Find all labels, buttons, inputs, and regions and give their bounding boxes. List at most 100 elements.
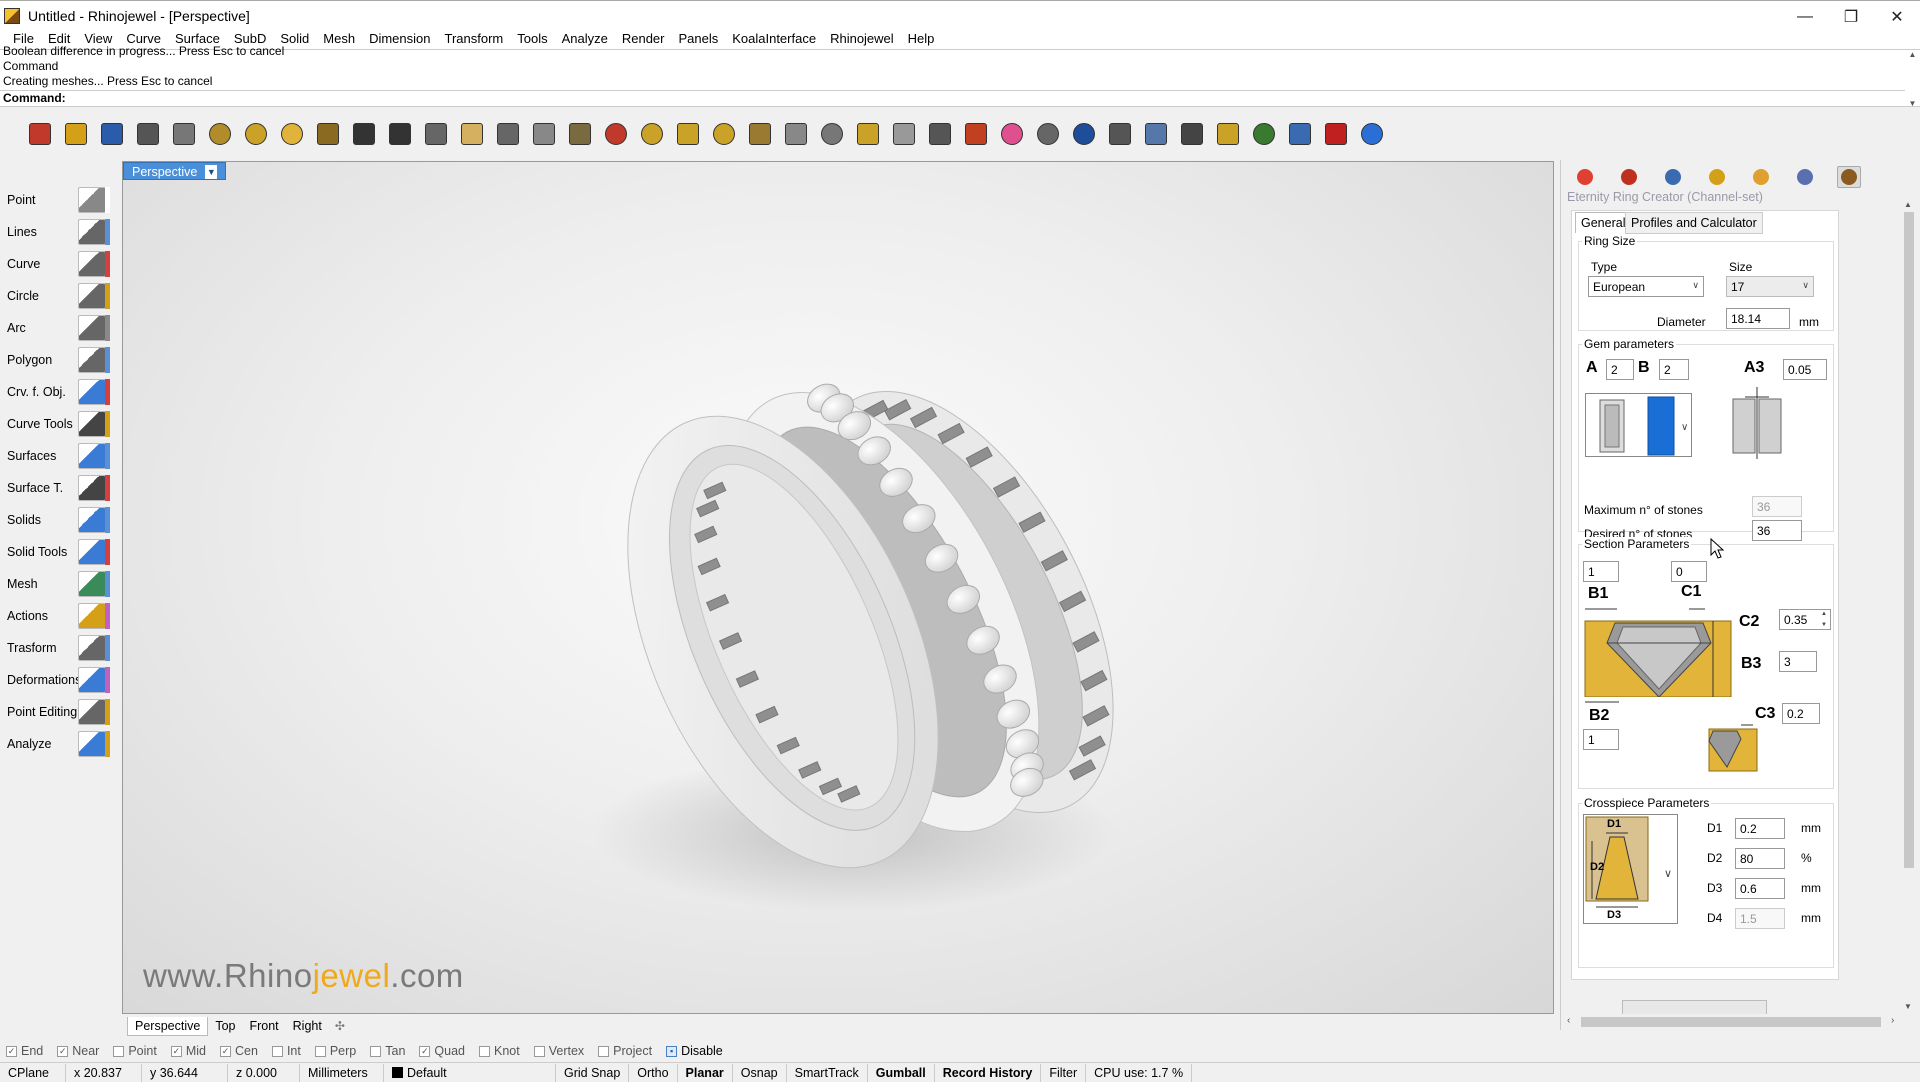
panel-horizontal-scrollbar[interactable]: ‹ › bbox=[1565, 1015, 1901, 1029]
sidebar-item-trasform[interactable]: Trasform bbox=[0, 632, 112, 664]
c3-field[interactable]: 0.2 bbox=[1782, 703, 1820, 724]
sidebar-item-point[interactable]: Point bbox=[0, 184, 112, 216]
crosspiece-d1-field[interactable]: 0.2 bbox=[1735, 818, 1785, 839]
toolbar-button[interactable] bbox=[96, 118, 128, 150]
osnap-vertex[interactable]: Vertex bbox=[533, 1044, 584, 1058]
toolbar-button[interactable] bbox=[1284, 118, 1316, 150]
toolbar-button[interactable] bbox=[1320, 118, 1352, 150]
layer-status[interactable]: Default bbox=[384, 1063, 556, 1082]
osnap-knot[interactable]: Knot bbox=[479, 1044, 520, 1058]
checkbox-icon[interactable]: ✓ bbox=[57, 1045, 69, 1057]
sidebar-item-actions[interactable]: Actions bbox=[0, 600, 112, 632]
panel-tab[interactable] bbox=[1661, 166, 1685, 188]
toolbar-button[interactable] bbox=[528, 118, 560, 150]
status-toggle-gumball[interactable]: Gumball bbox=[868, 1063, 935, 1082]
section-field-2[interactable]: 0 bbox=[1671, 561, 1707, 582]
scrollbar-thumb[interactable] bbox=[1581, 1017, 1881, 1027]
a3-field[interactable]: 0.05 bbox=[1783, 359, 1827, 380]
section-field-1[interactable]: 1 bbox=[1583, 561, 1619, 582]
checkbox-icon[interactable]: ✓ bbox=[220, 1045, 231, 1057]
view-tab-right[interactable]: Right bbox=[286, 1017, 329, 1035]
c2-spinner[interactable]: ▲ ▼ bbox=[1819, 611, 1829, 628]
sidebar-item-mesh[interactable]: Mesh bbox=[0, 568, 112, 600]
toolbar-button[interactable] bbox=[708, 118, 740, 150]
view-tab-front[interactable]: Front bbox=[242, 1017, 285, 1035]
toolbar-button[interactable] bbox=[276, 118, 308, 150]
toolbar-button[interactable] bbox=[1032, 118, 1064, 150]
toolbar-button[interactable] bbox=[816, 118, 848, 150]
osnap-end[interactable]: ✓ End bbox=[6, 1044, 43, 1058]
toolbar-button[interactable] bbox=[1176, 118, 1208, 150]
spin-up-icon[interactable]: ▲ bbox=[1821, 611, 1827, 617]
toolbar-button[interactable] bbox=[384, 118, 416, 150]
checkbox-icon[interactable] bbox=[113, 1045, 125, 1057]
viewport-menu-arrow-icon[interactable]: ▼ bbox=[205, 164, 218, 179]
toolbar-button[interactable] bbox=[168, 118, 200, 150]
status-toggle-osnap[interactable]: Osnap bbox=[733, 1063, 787, 1082]
toolbar-button[interactable] bbox=[60, 118, 92, 150]
checkbox-icon[interactable]: ✓ bbox=[419, 1045, 431, 1057]
b3-field[interactable]: 3 bbox=[1779, 651, 1817, 672]
toolbar-button[interactable] bbox=[924, 118, 956, 150]
scroll-down-icon[interactable]: ▼ bbox=[1904, 1002, 1912, 1011]
panel-tab[interactable] bbox=[1705, 166, 1729, 188]
toolbar-button[interactable] bbox=[1212, 118, 1244, 150]
crosspiece-shape-select[interactable]: ∨ D1 D2 D3 bbox=[1583, 814, 1678, 924]
scroll-down-icon[interactable]: ▼ bbox=[1909, 99, 1917, 108]
toolbar-button[interactable] bbox=[24, 118, 56, 150]
type-select[interactable]: European ∨ bbox=[1588, 276, 1704, 297]
status-toggle-planar[interactable]: Planar bbox=[678, 1063, 733, 1082]
status-toggle-smarttrack[interactable]: SmartTrack bbox=[787, 1063, 868, 1082]
sidebar-item-circle[interactable]: Circle bbox=[0, 280, 112, 312]
add-view-icon[interactable]: ✣ bbox=[335, 1019, 345, 1033]
osnap-int[interactable]: Int bbox=[271, 1044, 301, 1058]
command-prompt[interactable]: Command: bbox=[0, 90, 1905, 106]
osnap-mid[interactable]: ✓ Mid bbox=[170, 1044, 206, 1058]
checkbox-icon[interactable] bbox=[314, 1045, 326, 1057]
toolbar-button[interactable] bbox=[1068, 118, 1100, 150]
toolbar-button[interactable] bbox=[744, 118, 776, 150]
checkbox-icon[interactable] bbox=[598, 1045, 610, 1057]
sidebar-item-curve-tools[interactable]: Curve Tools bbox=[0, 408, 112, 440]
sidebar-item-curve[interactable]: Curve bbox=[0, 248, 112, 280]
osnap-disable[interactable]: ▪ Disable bbox=[666, 1044, 723, 1058]
toolbar-button[interactable] bbox=[348, 118, 380, 150]
panel-dock-handle[interactable] bbox=[1622, 1000, 1767, 1014]
osnap-point[interactable]: Point bbox=[113, 1044, 157, 1058]
panel-tab[interactable] bbox=[1793, 166, 1817, 188]
toolbar-button[interactable] bbox=[996, 118, 1028, 150]
scroll-up-icon[interactable]: ▲ bbox=[1904, 200, 1912, 209]
osnap-cen[interactable]: ✓ Cen bbox=[220, 1044, 258, 1058]
checkbox-icon[interactable]: ✓ bbox=[6, 1045, 17, 1057]
toolbar-button[interactable] bbox=[888, 118, 920, 150]
scroll-up-icon[interactable]: ▲ bbox=[1909, 50, 1917, 59]
sidebar-item-polygon[interactable]: Polygon bbox=[0, 344, 112, 376]
osnap-near[interactable]: ✓ Near bbox=[57, 1044, 99, 1058]
sidebar-item-surfaces[interactable]: Surfaces bbox=[0, 440, 112, 472]
checkbox-icon[interactable] bbox=[271, 1045, 283, 1057]
status-toggle-record-history[interactable]: Record History bbox=[935, 1063, 1042, 1082]
b-field[interactable]: 2 bbox=[1659, 359, 1689, 380]
panel-tab[interactable] bbox=[1617, 166, 1641, 188]
toolbar-button[interactable] bbox=[1356, 118, 1388, 150]
status-toggle-filter[interactable]: Filter bbox=[1041, 1063, 1087, 1082]
crosspiece-d2-field[interactable]: 80 bbox=[1735, 848, 1785, 869]
sidebar-item-crv-f-obj-[interactable]: Crv. f. Obj. bbox=[0, 376, 112, 408]
scroll-left-icon[interactable]: ‹ bbox=[1567, 1015, 1570, 1026]
checkbox-icon[interactable]: ✓ bbox=[170, 1045, 182, 1057]
status-toggle-ortho[interactable]: Ortho bbox=[629, 1063, 678, 1082]
toolbar-button[interactable] bbox=[1248, 118, 1280, 150]
view-tab-perspective[interactable]: Perspective bbox=[127, 1016, 209, 1036]
checkbox-icon[interactable] bbox=[533, 1045, 545, 1057]
command-scrollbar[interactable]: ▲ ▼ bbox=[1905, 50, 1920, 108]
checkbox-icon[interactable]: ▪ bbox=[666, 1045, 678, 1057]
view-tab-top[interactable]: Top bbox=[208, 1017, 242, 1035]
toolbar-button[interactable] bbox=[312, 118, 344, 150]
toolbar-button[interactable] bbox=[1140, 118, 1172, 150]
toolbar-button[interactable] bbox=[564, 118, 596, 150]
toolbar-button[interactable] bbox=[240, 118, 272, 150]
sidebar-item-solids[interactable]: Solids bbox=[0, 504, 112, 536]
sidebar-item-arc[interactable]: Arc bbox=[0, 312, 112, 344]
sidebar-item-point-editing[interactable]: Point Editing bbox=[0, 696, 112, 728]
spin-down-icon[interactable]: ▼ bbox=[1821, 622, 1827, 628]
